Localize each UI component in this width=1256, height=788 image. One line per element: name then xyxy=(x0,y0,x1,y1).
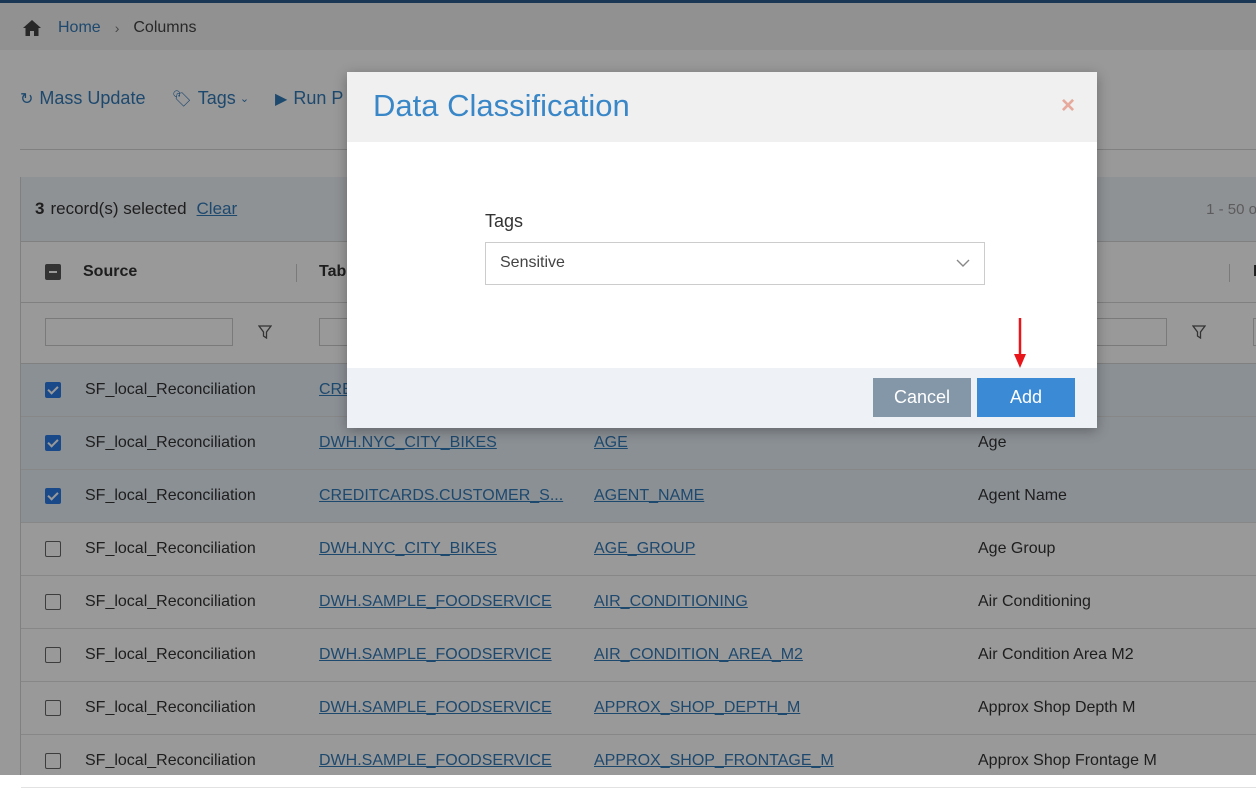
modal-title: Data Classification xyxy=(373,88,630,123)
close-icon[interactable]: × xyxy=(1061,92,1075,120)
tags-select[interactable]: Sensitive xyxy=(485,242,985,285)
modal-footer: Cancel Add xyxy=(347,368,1097,428)
tags-select-value: Sensitive xyxy=(500,254,565,271)
add-button[interactable]: Add xyxy=(977,378,1075,417)
tags-field-label: Tags xyxy=(485,211,524,231)
modal-body: Tags Sensitive xyxy=(347,142,1097,368)
cancel-button[interactable]: Cancel xyxy=(873,378,971,417)
chevron-down-icon xyxy=(956,259,970,267)
modal-header: Data Classification × xyxy=(347,72,1097,142)
data-classification-dialog: Data Classification × Tags Sensitive Can… xyxy=(347,72,1097,428)
red-arrow-annotation xyxy=(1014,318,1026,368)
